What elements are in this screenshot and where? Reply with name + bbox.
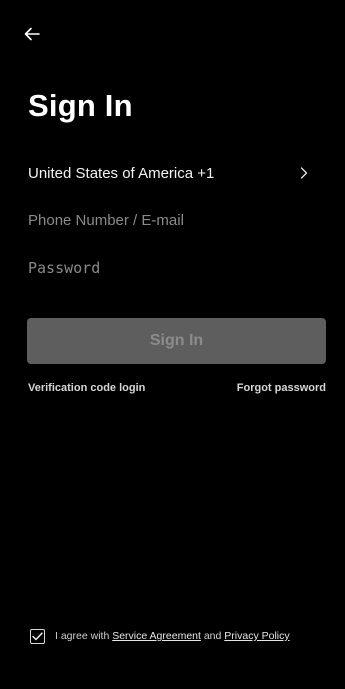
forgot-password-link[interactable]: Forgot password [237,382,326,394]
chevron-right-icon [298,166,310,180]
checkmark-icon [32,631,43,640]
agreement-row: I agree with Service Agreement and Priva… [30,626,290,646]
back-button[interactable] [20,22,44,46]
arrow-left-icon [24,27,40,41]
agreement-prefix: I agree with [55,630,113,642]
verification-code-login-link[interactable]: Verification code login [28,382,145,394]
country-selector[interactable]: United States of America +1 [28,159,316,187]
sign-in-button[interactable]: Sign In [27,318,326,364]
country-label: United States of America +1 [28,164,215,182]
agreement-conjunction: and [200,630,225,642]
sign-in-screen: Sign In United States of America +1 Sign… [6,0,342,689]
password-input[interactable] [28,254,328,282]
page-title: Sign In [28,88,133,123]
privacy-policy-link[interactable]: Privacy Policy [224,630,289,642]
phone-email-input[interactable] [28,206,328,234]
agreement-checkbox[interactable] [30,628,45,644]
service-agreement-link[interactable]: Service Agreement [112,630,201,642]
